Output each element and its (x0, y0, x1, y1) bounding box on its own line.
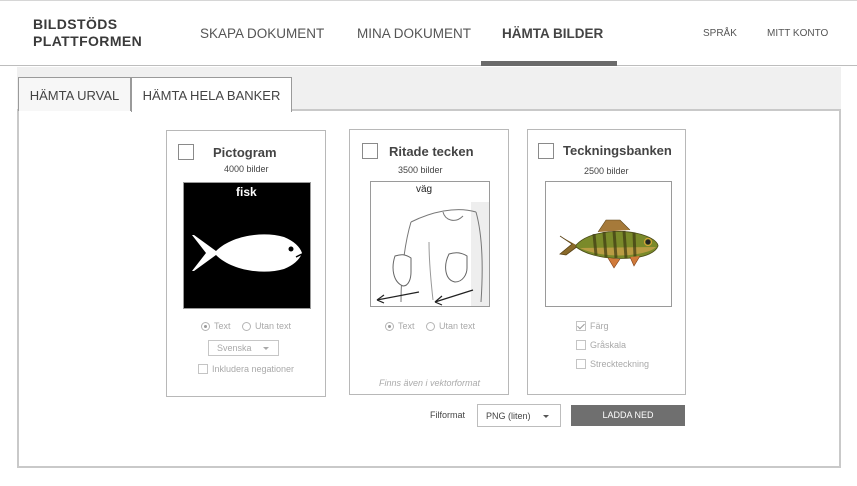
checkbox-icon (576, 340, 586, 350)
radio-label: Utan text (255, 321, 292, 331)
chevron-down-icon (543, 415, 549, 418)
nav-account[interactable]: MITT KONTO (767, 28, 828, 39)
card-title: Ritade tecken (389, 144, 474, 159)
teckning-image (545, 181, 672, 307)
option-farg[interactable]: Färg (576, 321, 609, 331)
sign-drawing-icon (376, 202, 489, 306)
pictogram-image: fisk (183, 182, 311, 309)
checkbox-label: Gråskala (590, 340, 627, 350)
select-value: Svenska (217, 343, 252, 353)
tab-hamta-hela-banker[interactable]: HÄMTA HELA BANKER (131, 77, 292, 112)
fish-pictogram-icon (192, 234, 303, 272)
radio-icon (242, 321, 251, 331)
radio-label: Text (398, 321, 415, 331)
checkbox-label: Streckteckning (590, 359, 650, 369)
card-title: Pictogram (213, 145, 277, 160)
radio-icon (426, 321, 435, 331)
card-pictogram: Pictogram 4000 bilder fisk Text Utan tex… (166, 130, 326, 397)
ritade-radio-no-text[interactable]: Utan text (426, 321, 475, 331)
brand-logo[interactable]: BILDSTÖDS PLATTFORMEN (33, 16, 142, 50)
pictogram-checkbox[interactable] (178, 144, 194, 160)
nav-hamta-bilder[interactable]: HÄMTA BILDER (502, 26, 603, 41)
nav-language[interactable]: SPRÅK (703, 28, 737, 39)
card-count: 2500 bilder (584, 166, 629, 176)
card-count: 4000 bilder (224, 164, 269, 174)
radio-label: Text (214, 321, 231, 331)
card-count: 3500 bilder (398, 165, 443, 175)
radio-label: Utan text (439, 321, 476, 331)
brand-line-2: PLATTFORMEN (33, 33, 143, 49)
ritade-radio-text[interactable]: Text (385, 321, 415, 331)
file-format-select[interactable]: PNG (liten) (477, 404, 561, 427)
top-header: BILDSTÖDS PLATTFORMEN SKAPA DOKUMENT MIN… (0, 1, 857, 66)
nav-skapa-dokument[interactable]: SKAPA DOKUMENT (200, 26, 324, 41)
checkbox-label: Inkludera negationer (212, 364, 295, 374)
card-ritade-tecken: Ritade tecken 3500 bilder väg Text Utan … (349, 129, 509, 395)
tab-hamta-urval[interactable]: HÄMTA URVAL (18, 77, 131, 111)
pictogram-radio-text[interactable]: Text (201, 321, 231, 331)
nav-mina-dokument[interactable]: MINA DOKUMENT (357, 26, 471, 41)
ritade-image: väg (370, 181, 490, 307)
chevron-down-icon (263, 347, 269, 350)
language-select[interactable]: Svenska (208, 340, 279, 356)
option-graskala[interactable]: Gråskala (576, 340, 626, 350)
nav-active-indicator (481, 61, 617, 66)
option-streckteckning[interactable]: Streckteckning (576, 359, 649, 369)
checkbox-icon (198, 364, 208, 374)
negations-checkbox[interactable]: Inkludera negationer (198, 364, 294, 374)
brand-line-1: BILDSTÖDS (33, 16, 118, 32)
page: BILDSTÖDS PLATTFORMEN SKAPA DOKUMENT MIN… (0, 0, 857, 486)
vector-format-note: Finns även i vektorformat (379, 378, 481, 388)
teckning-checkbox[interactable] (538, 143, 554, 159)
checkbox-label: Färg (590, 321, 609, 331)
checkbox-icon (576, 359, 586, 369)
card-title: Teckningsbanken (563, 143, 672, 158)
radio-icon (201, 321, 210, 331)
checkbox-icon (576, 321, 586, 331)
file-format-label: Filformat (430, 410, 466, 420)
perch-fish-icon (559, 219, 659, 269)
card-teckningsbanken: Teckningsbanken 2500 bilder Färg Gråskal… (527, 129, 686, 395)
pictogram-radio-no-text[interactable]: Utan text (242, 321, 291, 331)
radio-icon (385, 321, 394, 331)
select-value: PNG (liten) (486, 411, 531, 421)
ritade-checkbox[interactable] (362, 143, 378, 159)
download-button[interactable]: LADDA NED (571, 405, 685, 426)
